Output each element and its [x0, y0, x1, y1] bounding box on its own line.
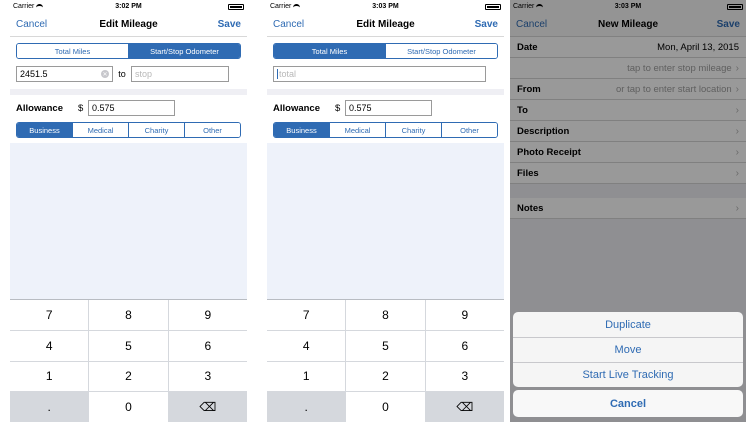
category-segmented-control: Business Medical Charity Other	[273, 122, 498, 138]
allowance-value: 0.575	[349, 103, 372, 113]
move-button[interactable]: Move	[513, 337, 743, 362]
odometer-row: 2451.5 ✕ to stop	[10, 59, 247, 89]
key-4[interactable]: 4	[10, 330, 89, 361]
key-5[interactable]: 5	[346, 330, 425, 361]
nav-bar: Cancel Edit Mileage Save	[10, 13, 247, 37]
key-7[interactable]: 7	[10, 300, 89, 330]
status-time: 3:03 PM	[372, 3, 399, 10]
action-sheet-cancel-button[interactable]: Cancel	[513, 390, 743, 417]
backspace-icon[interactable]: ⌫	[425, 392, 504, 422]
status-bar: Carrier 3:02 PM	[10, 0, 247, 13]
category-business[interactable]: Business	[274, 123, 329, 137]
tab-total-miles[interactable]: Total Miles	[274, 44, 385, 58]
category-charity[interactable]: Charity	[385, 123, 441, 137]
mode-segmented-control: Total Miles Start/Stop Odometer	[273, 43, 498, 59]
category-area: Business Medical Charity Other	[10, 117, 247, 142]
mode-selector-area: Total Miles Start/Stop Odometer	[10, 37, 247, 59]
action-sheet: Duplicate Move Start Live Tracking Cance…	[513, 312, 743, 417]
key-5[interactable]: 5	[89, 330, 168, 361]
new-mileage-screen: Carrier 3:03 PM Cancel New Mileage Save …	[510, 0, 746, 422]
save-button[interactable]: Save	[218, 19, 241, 30]
total-miles-input[interactable]: total	[273, 66, 486, 82]
category-other[interactable]: Other	[184, 123, 240, 137]
tab-total-miles[interactable]: Total Miles	[17, 44, 128, 58]
key-decimal[interactable]: .	[10, 392, 89, 422]
key-1[interactable]: 1	[10, 361, 89, 392]
battery-icon	[485, 3, 501, 10]
battery-icon	[228, 3, 244, 10]
category-business[interactable]: Business	[17, 123, 72, 137]
start-odometer-input[interactable]: 2451.5 ✕	[16, 66, 113, 82]
allowance-label: Allowance	[273, 102, 320, 114]
key-3[interactable]: 3	[168, 361, 247, 392]
tab-start-stop-odometer[interactable]: Start/Stop Odometer	[385, 44, 497, 58]
allowance-value: 0.575	[92, 103, 115, 113]
currency-symbol: $	[335, 102, 341, 114]
cancel-button[interactable]: Cancel	[273, 19, 304, 30]
status-bar: Carrier 3:03 PM	[267, 0, 504, 13]
key-1[interactable]: 1	[267, 361, 346, 392]
total-row: total	[267, 59, 504, 89]
key-decimal[interactable]: .	[267, 392, 346, 422]
key-7[interactable]: 7	[267, 300, 346, 330]
category-area: Business Medical Charity Other	[267, 117, 504, 142]
content-area	[10, 143, 247, 299]
action-sheet-group: Duplicate Move Start Live Tracking	[513, 312, 743, 387]
key-8[interactable]: 8	[89, 300, 168, 330]
cancel-button[interactable]: Cancel	[16, 19, 47, 30]
allowance-input[interactable]: 0.575	[88, 100, 175, 116]
edit-mileage-screen-odometer: Carrier 3:02 PM Cancel Edit Mileage Save…	[10, 0, 247, 422]
key-0[interactable]: 0	[89, 392, 168, 422]
key-8[interactable]: 8	[346, 300, 425, 330]
numeric-keypad: 7 8 9 4 5 6 1 2 3 . 0 ⌫	[10, 299, 247, 422]
content-area	[267, 143, 504, 299]
numeric-keypad: 7 8 9 4 5 6 1 2 3 . 0 ⌫	[267, 299, 504, 422]
tab-start-stop-odometer[interactable]: Start/Stop Odometer	[128, 44, 240, 58]
currency-symbol: $	[78, 102, 84, 114]
save-button[interactable]: Save	[475, 19, 498, 30]
clear-icon[interactable]: ✕	[101, 70, 109, 78]
category-charity[interactable]: Charity	[128, 123, 184, 137]
key-2[interactable]: 2	[346, 361, 425, 392]
to-label: to	[118, 69, 126, 79]
start-live-tracking-button[interactable]: Start Live Tracking	[513, 362, 743, 387]
category-segmented-control: Business Medical Charity Other	[16, 122, 241, 138]
duplicate-button[interactable]: Duplicate	[513, 312, 743, 337]
backspace-icon[interactable]: ⌫	[168, 392, 247, 422]
category-medical[interactable]: Medical	[329, 123, 385, 137]
key-4[interactable]: 4	[267, 330, 346, 361]
allowance-label: Allowance	[16, 102, 63, 114]
allowance-row: Allowance $ 0.575	[10, 95, 247, 117]
edit-mileage-screen-total: Carrier 3:03 PM Cancel Edit Mileage Save…	[267, 0, 504, 422]
start-odometer-value: 2451.5	[20, 69, 48, 79]
allowance-input[interactable]: 0.575	[345, 100, 432, 116]
key-3[interactable]: 3	[425, 361, 504, 392]
key-6[interactable]: 6	[425, 330, 504, 361]
key-0[interactable]: 0	[346, 392, 425, 422]
category-other[interactable]: Other	[441, 123, 497, 137]
status-time: 3:02 PM	[115, 3, 142, 10]
stop-placeholder: stop	[135, 69, 153, 79]
mode-selector-area: Total Miles Start/Stop Odometer	[267, 37, 504, 59]
key-2[interactable]: 2	[89, 361, 168, 392]
nav-bar: Cancel Edit Mileage Save	[267, 13, 504, 37]
mode-segmented-control: Total Miles Start/Stop Odometer	[16, 43, 241, 59]
allowance-row: Allowance $ 0.575	[267, 95, 504, 117]
key-6[interactable]: 6	[168, 330, 247, 361]
key-9[interactable]: 9	[168, 300, 247, 330]
category-medical[interactable]: Medical	[72, 123, 128, 137]
key-9[interactable]: 9	[425, 300, 504, 330]
text-cursor	[277, 69, 278, 79]
stop-odometer-input[interactable]: stop	[131, 66, 229, 82]
total-placeholder: total	[279, 69, 297, 79]
